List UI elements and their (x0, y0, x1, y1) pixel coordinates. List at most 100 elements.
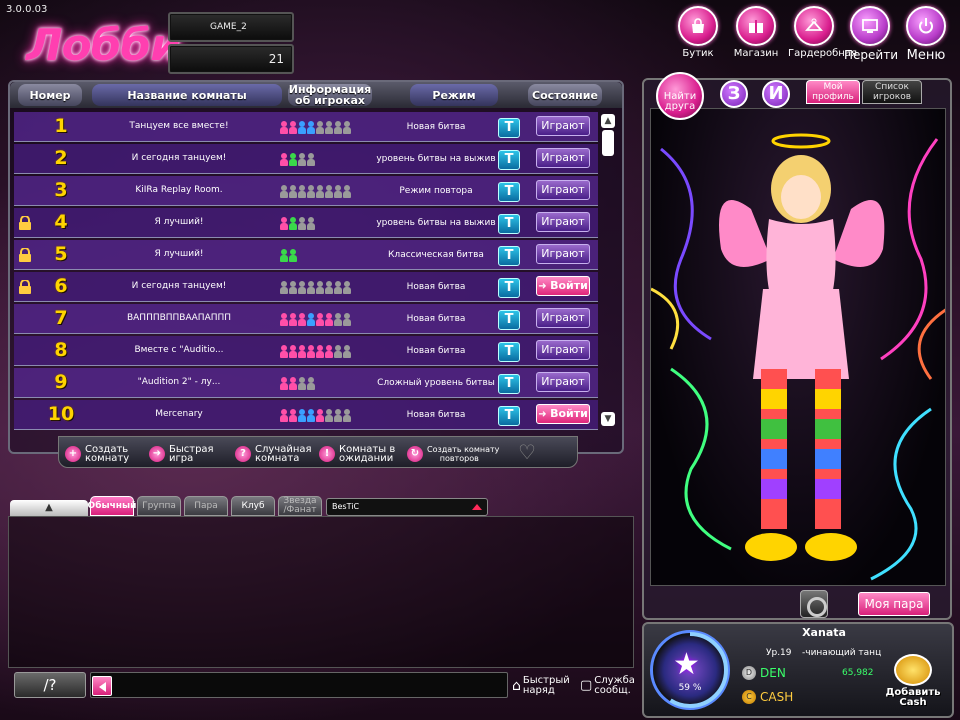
header-mode[interactable]: Режим (410, 84, 498, 106)
join-room-button[interactable]: Войти (536, 404, 590, 424)
header-number[interactable]: Номер (18, 84, 82, 106)
playing-status-button[interactable]: Играют (536, 244, 590, 264)
chat-tab-group[interactable]: Группа (137, 496, 181, 516)
info-i-button[interactable]: И (762, 80, 790, 108)
header-player-info[interactable]: Информация об игроках (288, 84, 372, 106)
room-name: Я лучший! (154, 249, 204, 259)
team-mode-icon[interactable]: T (498, 214, 520, 234)
create-replay-room-button[interactable]: ↻ Создать комнату повторов (407, 443, 499, 465)
chat-log (8, 516, 634, 668)
random-room-button[interactable]: ? Случайная комната (235, 443, 312, 465)
header-state[interactable]: Состояние (528, 84, 602, 106)
my-pair-button[interactable]: Моя пара (858, 592, 930, 616)
player-slot-icon (307, 345, 315, 358)
find-friend-label-2: друга (664, 101, 696, 112)
menu-button[interactable]: Меню (900, 6, 952, 66)
chat-tab-club[interactable]: Клуб (231, 496, 275, 516)
player-slot-icon (298, 377, 306, 390)
tab-my-profile[interactable]: Мой профиль (806, 80, 860, 104)
player-slot-icon (298, 409, 306, 422)
table-row[interactable]: 10 Mercenary Новая битва T Войти (14, 400, 598, 430)
playing-status-button[interactable]: Играют (536, 212, 590, 232)
table-row[interactable]: 9 "Audition 2" - лу... Сложный уровень бит… (14, 368, 598, 398)
player-slot-icon (307, 377, 315, 390)
find-friend-button[interactable]: Найти друга (656, 72, 704, 120)
cash-label: CASH (760, 690, 794, 704)
chat-send-toggle-button[interactable] (92, 676, 112, 696)
boutique-label: Бутик (682, 48, 714, 59)
playing-status-button[interactable]: Играют (536, 148, 590, 168)
goto-label: Перейти (844, 48, 898, 62)
room-mode: Новая битва (406, 282, 466, 292)
chat-channel-select[interactable]: BesTiC (326, 498, 488, 516)
playing-status-button[interactable]: Играют (536, 180, 590, 200)
player-slot-icon (307, 185, 315, 198)
create-room-button[interactable]: + Создать комнату (65, 443, 129, 465)
channel-box: 21 (168, 44, 294, 74)
playing-status-button[interactable]: Играют (536, 340, 590, 360)
chat-expand-button[interactable]: ▲ (10, 500, 88, 516)
team-mode-icon[interactable]: T (498, 182, 520, 202)
team-mode-icon[interactable]: T (498, 278, 520, 298)
friends-3-button[interactable]: З (720, 80, 748, 108)
player-slot-icon (316, 121, 324, 134)
quick-play-button[interactable]: ➜ Быстрая игра (149, 443, 214, 465)
room-name: ВАПППВППВААПАППП (126, 313, 232, 323)
exp-gauge: ★ 59 % (650, 630, 730, 710)
team-mode-icon[interactable]: T (498, 310, 520, 330)
waiting-rooms-button[interactable]: ! Комнаты в ожидании (319, 443, 395, 465)
player-list-label-1: Список (875, 82, 909, 92)
chat-tab-pair[interactable]: Пара (184, 496, 228, 516)
message-service-button[interactable]: ▢ Служба сообщ. (580, 673, 635, 699)
heart-icon[interactable]: ♡ (518, 440, 536, 464)
table-row[interactable]: 3 KiIRa Replay Room. Режим повтора T Играют (14, 176, 598, 206)
table-row[interactable]: 1 Танцуем все вместе! Новая битва T Играют (14, 112, 598, 142)
quick-outfit-button[interactable]: ⌂ Быстрый наряд (512, 673, 570, 699)
team-mode-icon[interactable]: T (498, 374, 520, 394)
scroll-up-icon[interactable]: ▲ (601, 114, 615, 128)
table-row[interactable]: 8 Вместе с "Auditio... Новая битва T Играют (14, 336, 598, 366)
table-row[interactable]: 2 И сегодня танцуем! уровень битвы на выжи… (14, 144, 598, 174)
room-number: 10 (47, 403, 75, 425)
page-title: Лобби (26, 20, 181, 71)
team-mode-icon[interactable]: T (498, 406, 520, 426)
chat-tab-general[interactable]: Обычный (88, 496, 136, 516)
table-row[interactable]: 5 Я лучший! Классическая битва T Играют (14, 240, 598, 270)
playing-status-button[interactable]: Играют (536, 116, 590, 136)
add-cash-button[interactable]: Добавить Cash (884, 654, 942, 710)
wardrobe-button[interactable]: Гардеробная (788, 6, 857, 66)
chat-tab-star-fan[interactable]: Звезда/Фанат (278, 496, 322, 516)
tab-player-list[interactable]: Список игроков (862, 80, 922, 104)
team-mode-icon[interactable]: T (498, 342, 520, 362)
scroll-thumb[interactable] (602, 130, 614, 156)
boutique-button[interactable]: Бутик (672, 6, 724, 66)
table-row[interactable]: 4 Я лучший! уровень битвы на выжив T Играют (14, 208, 598, 238)
player-slot-icon (289, 281, 297, 294)
room-name: Я лучший! (154, 217, 204, 227)
lock-icon (19, 280, 31, 294)
random-room-label-2: комната (255, 453, 300, 464)
chat-command-button[interactable]: /? (14, 672, 86, 698)
ring-icon[interactable] (800, 590, 828, 618)
goto-button[interactable]: Перейти (844, 6, 898, 66)
team-mode-icon[interactable]: T (498, 246, 520, 266)
scroll-down-icon[interactable]: ▼ (601, 412, 615, 426)
table-row[interactable]: 6 И сегодня танцуем! Новая битва T Войти (14, 272, 598, 302)
server-name: GAME_2 (210, 22, 247, 32)
join-room-button[interactable]: Войти (536, 276, 590, 296)
chat-input[interactable] (90, 672, 508, 698)
header-room-name[interactable]: Название комнаты (92, 84, 282, 106)
exclamation-icon: ! (319, 446, 335, 462)
playing-status-button[interactable]: Играют (536, 372, 590, 392)
team-mode-icon[interactable]: T (498, 118, 520, 138)
player-slot-icon (298, 153, 306, 166)
team-mode-icon[interactable]: T (498, 150, 520, 170)
room-list-scrollbar[interactable]: ▲ ▼ (600, 114, 616, 428)
player-slot-icon (307, 217, 315, 230)
playing-status-button[interactable]: Играют (536, 308, 590, 328)
gift-box-icon (749, 20, 763, 33)
table-row[interactable]: 7 ВАПППВППВААПАППП Новая битва T Играют (14, 304, 598, 334)
shop-button[interactable]: Магазин (730, 6, 782, 66)
room-name: "Audition 2" - лу... (137, 377, 221, 387)
player-slots (280, 409, 351, 423)
